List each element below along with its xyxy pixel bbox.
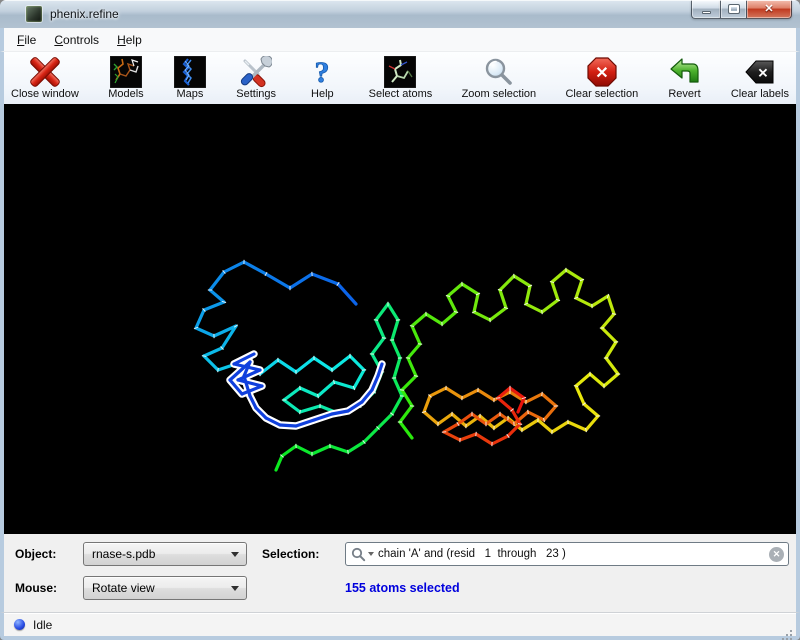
status-indicator-icon [14, 619, 25, 630]
menu-file[interactable]: File [8, 28, 45, 51]
mouse-mode-dropdown[interactable]: Rotate view [83, 576, 247, 600]
app-icon [26, 6, 42, 22]
svg-text:?: ? [315, 56, 330, 88]
select-atoms-thumbnail-icon [383, 55, 417, 89]
toolbar-label: Settings [236, 88, 276, 100]
object-dropdown-value: rnase-s.pdb [92, 547, 155, 561]
close-button[interactable]: ✕ [747, 0, 792, 19]
minimize-icon [702, 11, 711, 14]
app-window: phenix.refine ✕ File Controls Help [0, 0, 800, 640]
toolbar-label: Help [311, 88, 334, 100]
toolbar-label: Models [108, 88, 143, 100]
status-bar: Idle [0, 612, 800, 636]
status-text: Idle [33, 618, 52, 632]
toolbar-label: Close window [11, 88, 79, 100]
menu-controls[interactable]: Controls [45, 28, 108, 51]
selection-input[interactable] [378, 548, 769, 560]
toolbar: Close window Models [0, 52, 800, 104]
close-x-icon [28, 55, 62, 89]
maps-thumbnail-icon [173, 55, 207, 89]
toolbar-label: Clear selection [565, 88, 638, 100]
search-menu-button[interactable] [351, 547, 374, 562]
toolbar-button-revert[interactable]: Revert [665, 54, 705, 101]
toolbar-label: Maps [177, 88, 204, 100]
chevron-down-icon [368, 552, 374, 556]
svg-text:✕: ✕ [595, 65, 608, 82]
mouse-mode-value: Rotate view [92, 581, 155, 595]
toolbar-button-help[interactable]: ? Help [302, 54, 342, 101]
toolbar-label: Clear labels [731, 88, 789, 100]
mouse-label: Mouse: [15, 581, 57, 595]
selection-label: Selection: [262, 547, 319, 561]
atoms-selected-status: 155 atoms selected [345, 581, 460, 595]
maximize-icon [729, 5, 739, 13]
zoom-magnifier-icon [482, 55, 516, 89]
maximize-button[interactable] [720, 0, 747, 19]
clear-labels-backspace-icon: ✕ [743, 55, 777, 89]
menu-bar: File Controls Help [0, 28, 800, 52]
search-icon [351, 547, 366, 562]
toolbar-label: Zoom selection [462, 88, 537, 100]
molecule-render [4, 104, 796, 534]
toolbar-button-settings[interactable]: Settings [233, 54, 279, 101]
toolbar-button-select-atoms[interactable]: Select atoms [366, 54, 436, 101]
minimize-button[interactable] [691, 0, 720, 19]
object-dropdown[interactable]: rnase-s.pdb [83, 542, 247, 566]
clear-selection-stop-icon: ✕ [585, 55, 619, 89]
models-thumbnail-icon [109, 55, 143, 89]
toolbar-label: Select atoms [369, 88, 433, 100]
toolbar-button-maps[interactable]: Maps [170, 54, 210, 101]
window-title: phenix.refine [50, 7, 119, 21]
window-controls: ✕ [691, 0, 792, 19]
clear-search-icon[interactable]: ✕ [769, 547, 784, 562]
toolbar-button-close-window[interactable]: Close window [8, 54, 82, 101]
toolbar-button-clear-selection[interactable]: ✕ Clear selection [562, 54, 641, 101]
svg-text:✕: ✕ [757, 66, 768, 81]
toolbar-button-clear-labels[interactable]: ✕ Clear labels [728, 54, 792, 101]
settings-tools-icon [239, 55, 273, 89]
control-panel: Object: rnase-s.pdb Selection: ✕ Mouse: … [0, 534, 800, 612]
revert-arrow-icon [668, 55, 702, 89]
toolbar-label: Revert [668, 88, 700, 100]
selection-searchbox: ✕ [345, 542, 789, 566]
object-label: Object: [15, 547, 56, 561]
molecule-viewport[interactable] [0, 104, 800, 534]
toolbar-button-models[interactable]: Models [105, 54, 146, 101]
close-icon: ✕ [764, 4, 773, 15]
window-frame-bottom [0, 636, 800, 640]
chevron-down-icon [231, 552, 239, 557]
toolbar-button-zoom-selection[interactable]: Zoom selection [459, 54, 540, 101]
chevron-down-icon [231, 586, 239, 591]
resize-grip[interactable] [790, 630, 792, 632]
title-bar[interactable]: phenix.refine ✕ [0, 0, 800, 28]
help-question-icon: ? [305, 55, 339, 89]
menu-help[interactable]: Help [108, 28, 151, 51]
